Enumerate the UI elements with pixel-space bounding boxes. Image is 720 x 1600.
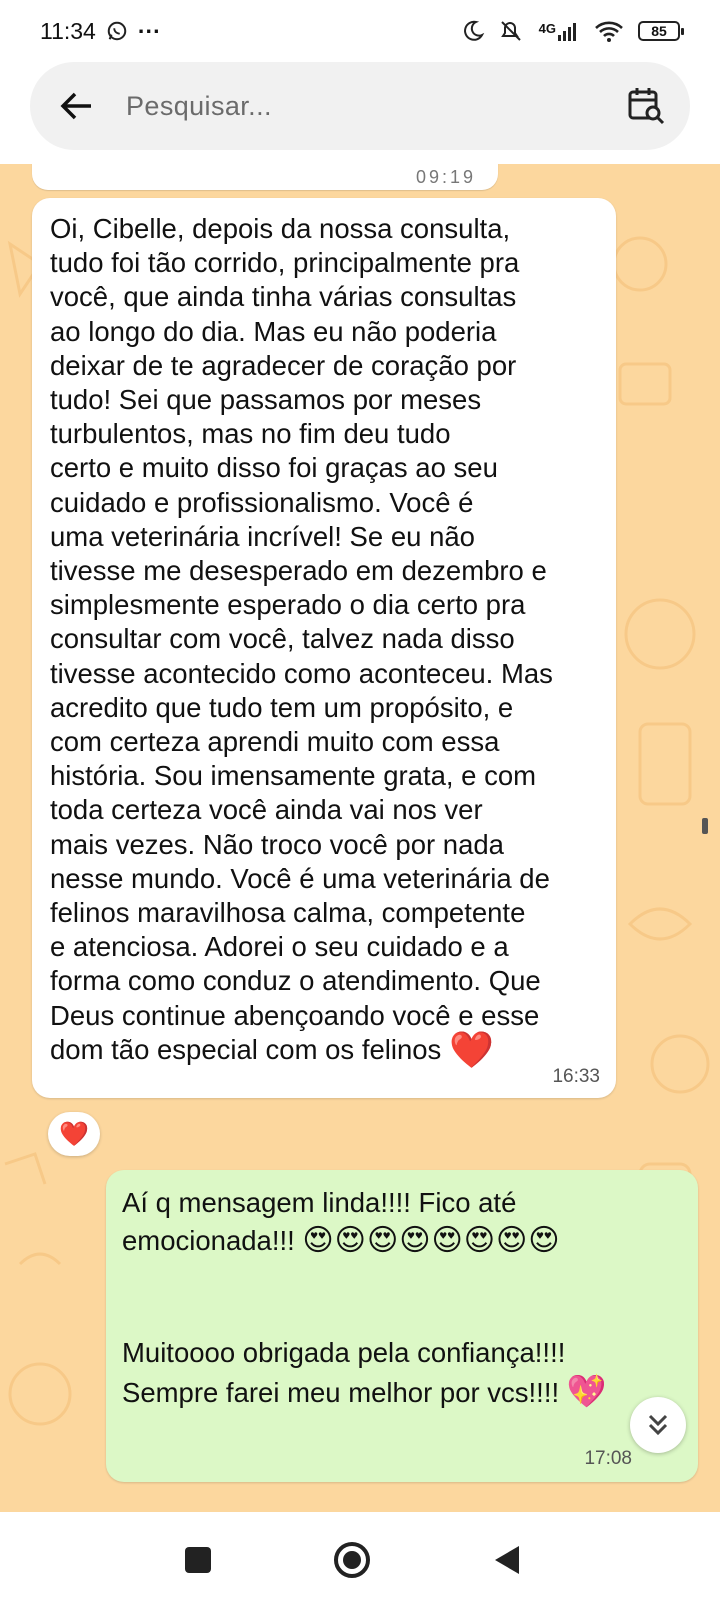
signal-icon: 4G bbox=[539, 21, 580, 41]
outgoing-line-2: emocionada!!! 😍😍😍😍😍😍😍😍 bbox=[122, 1222, 678, 1260]
outgoing-message-time: 17:08 bbox=[584, 1448, 632, 1469]
outgoing-line-1: Aí q mensagem linda!!!! Fico até bbox=[122, 1187, 517, 1218]
double-chevron-down-icon bbox=[648, 1414, 668, 1436]
battery-icon: 85 bbox=[638, 21, 684, 41]
circle-icon bbox=[334, 1542, 370, 1578]
back-arrow-icon[interactable] bbox=[56, 86, 96, 126]
wifi-icon bbox=[594, 20, 624, 42]
outgoing-line-3: Muitoooo obrigada pela confiança!!!! bbox=[122, 1337, 566, 1368]
incoming-message-time: 16:33 bbox=[552, 1066, 600, 1087]
previous-message-time: 09:19 bbox=[415, 167, 476, 187]
incoming-message-bubble[interactable]: Oi, Cibelle, depois da nossa consulta, t… bbox=[32, 198, 616, 1098]
message-reaction[interactable]: ❤️ bbox=[48, 1112, 100, 1156]
outgoing-line-4-text: Sempre farei meu melhor por vcs!!!! bbox=[122, 1377, 560, 1408]
triangle-back-icon bbox=[495, 1546, 519, 1574]
search-bar bbox=[30, 62, 690, 150]
outgoing-line-2-text: emocionada!!! bbox=[122, 1225, 295, 1256]
scroll-to-bottom-button[interactable] bbox=[630, 1397, 686, 1453]
whatsapp-icon bbox=[106, 20, 128, 42]
outgoing-line-4: Sempre farei meu melhor por vcs!!!! 💖 bbox=[122, 1372, 678, 1412]
recent-apps-button[interactable] bbox=[178, 1540, 218, 1580]
previous-message-bubble[interactable]: 09:19 bbox=[32, 164, 498, 190]
moon-icon bbox=[461, 19, 485, 43]
heart-eyes-emojis: 😍😍😍😍😍😍😍😍 bbox=[302, 1224, 561, 1257]
scroll-handle[interactable] bbox=[702, 818, 708, 834]
calendar-search-icon[interactable] bbox=[624, 84, 668, 128]
sparkling-heart-emoji: 💖 bbox=[566, 1373, 607, 1409]
square-icon bbox=[185, 1547, 211, 1573]
search-header bbox=[0, 62, 720, 164]
search-input[interactable] bbox=[126, 90, 624, 122]
incoming-message-text: Oi, Cibelle, depois da nossa consulta, t… bbox=[50, 212, 594, 1067]
home-button[interactable] bbox=[332, 1540, 372, 1580]
red-heart-emoji: ❤️ bbox=[448, 1028, 494, 1070]
system-nav-bar bbox=[0, 1512, 720, 1600]
network-type: 4G bbox=[538, 21, 556, 36]
status-bar: 11:34 ··· 4G 85 bbox=[0, 0, 720, 62]
chat-area[interactable]: 09:19 Oi, Cibelle, depois da nossa consu… bbox=[0, 164, 720, 1512]
mute-icon bbox=[499, 19, 525, 43]
incoming-message-body: Oi, Cibelle, depois da nossa consulta, t… bbox=[50, 213, 553, 1065]
outgoing-message-bubble[interactable]: Aí q mensagem linda!!!! Fico até emocion… bbox=[106, 1170, 698, 1482]
back-button[interactable] bbox=[486, 1540, 526, 1580]
more-notifications-icon: ··· bbox=[137, 17, 161, 44]
status-time: 11:34 bbox=[40, 17, 96, 44]
